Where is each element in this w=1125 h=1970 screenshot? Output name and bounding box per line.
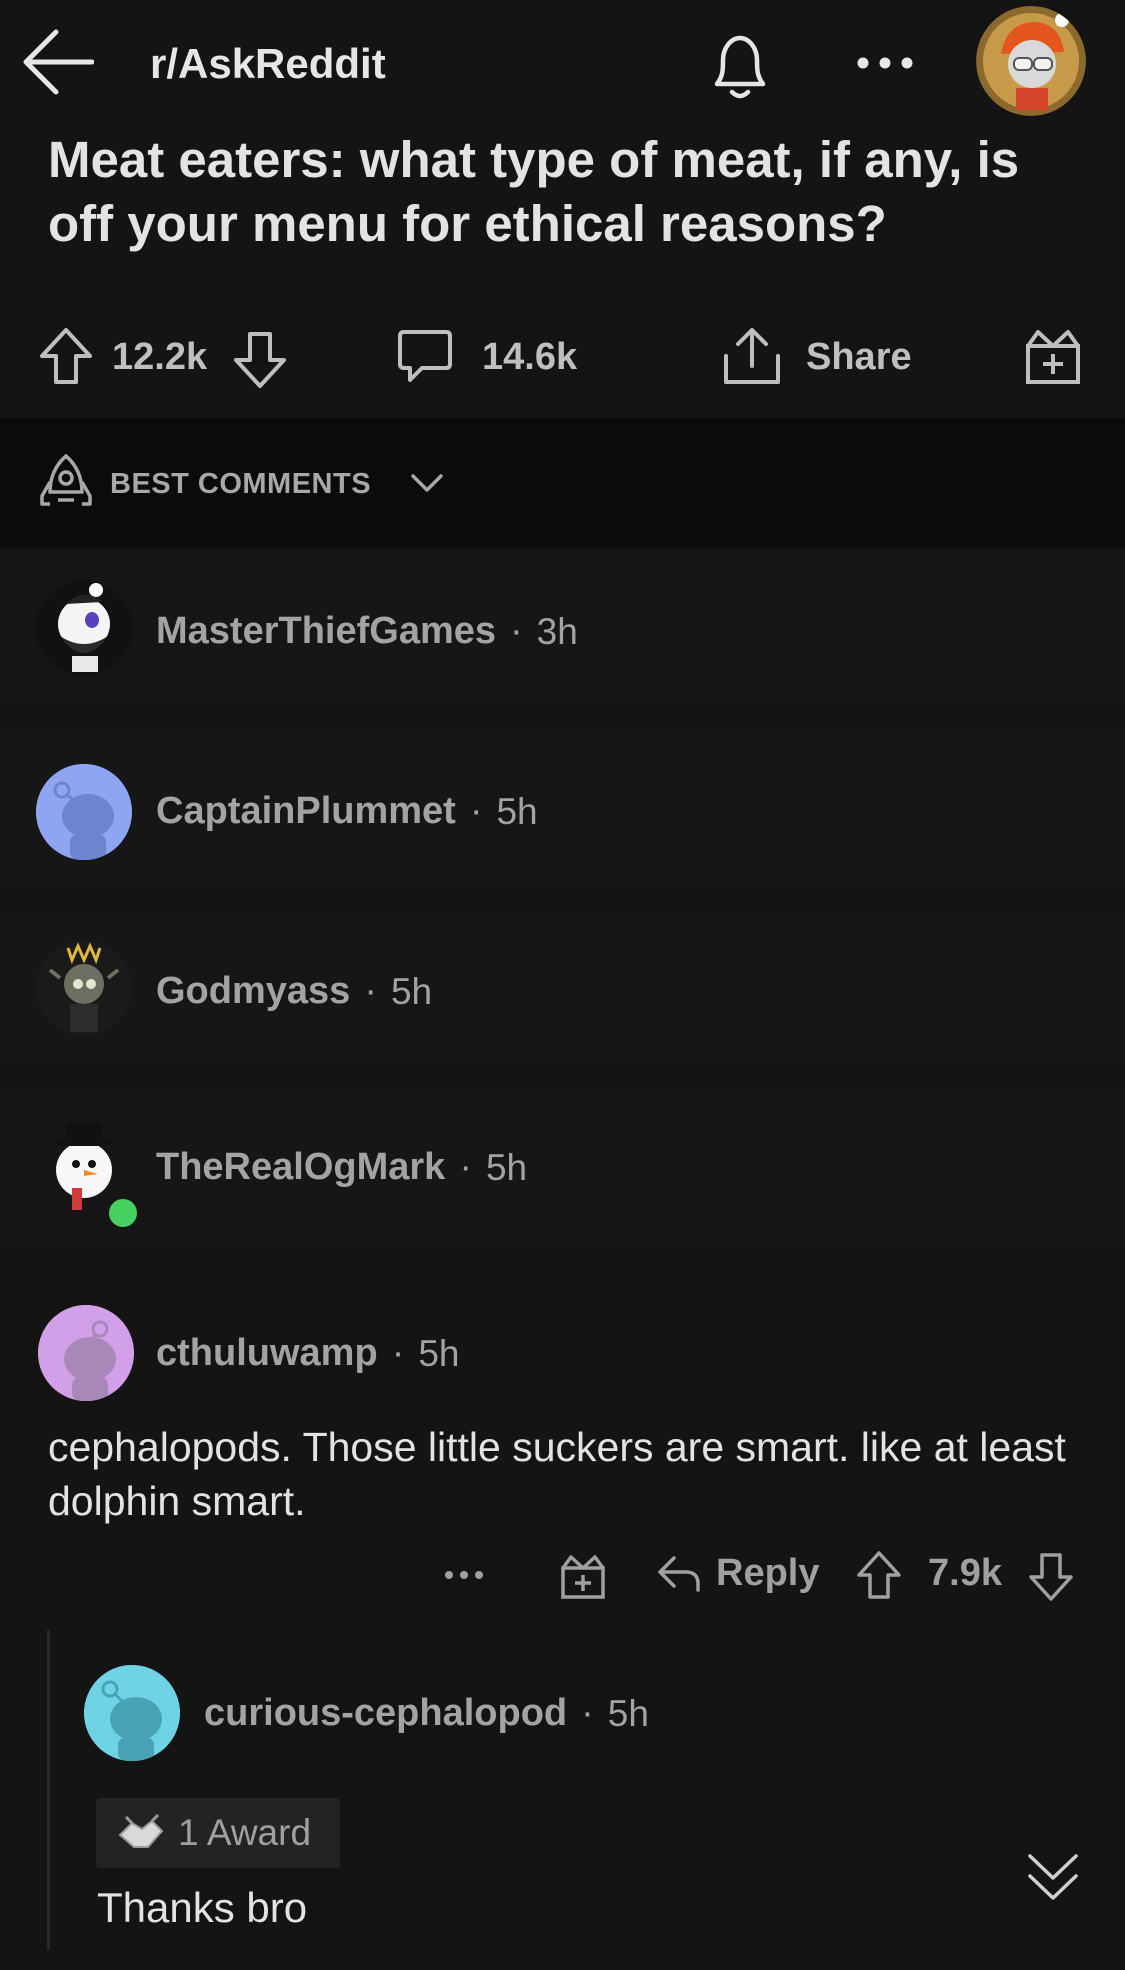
back-arrow-icon[interactable] bbox=[22, 28, 94, 96]
comment-username[interactable]: curious-cephalopod bbox=[204, 1692, 567, 1735]
reply-button[interactable]: Reply bbox=[716, 1552, 819, 1595]
thread-line[interactable] bbox=[47, 1630, 50, 1950]
post-title[interactable]: Meat eaters: what type of meat, if any, … bbox=[48, 128, 1078, 256]
handshake-award-icon bbox=[116, 1813, 166, 1853]
award-badge[interactable]: 1 Award bbox=[96, 1798, 340, 1868]
sort-bar[interactable]: BEST COMMENTS bbox=[0, 418, 1125, 548]
separator-dot: · bbox=[581, 1692, 594, 1734]
upvote-icon[interactable] bbox=[856, 1550, 902, 1600]
more-icon[interactable] bbox=[855, 56, 915, 70]
comment-username[interactable]: cthuluwamp bbox=[156, 1332, 378, 1375]
comment-time: 3h bbox=[536, 610, 578, 652]
gift-award-icon[interactable] bbox=[1024, 326, 1082, 386]
collapsed-comment[interactable]: MasterThiefGames · 3h bbox=[0, 550, 1125, 706]
comment-action-bar: Reply 7.9k bbox=[0, 1540, 1125, 1610]
avatar[interactable] bbox=[84, 1665, 180, 1761]
sort-label[interactable]: BEST COMMENTS bbox=[110, 468, 371, 501]
more-icon[interactable] bbox=[444, 1570, 484, 1580]
separator-dot: · bbox=[364, 970, 377, 1012]
separator-dot: · bbox=[391, 1332, 405, 1374]
upvote-count: 12.2k bbox=[112, 336, 208, 378]
bell-icon[interactable] bbox=[705, 30, 775, 104]
post-action-bar: 12.2k 14.6k Share bbox=[0, 300, 1125, 418]
comment-username[interactable]: TheRealOgMark bbox=[156, 1146, 445, 1189]
comment-username[interactable]: Godmyass bbox=[156, 970, 350, 1013]
top-bar: r/AskReddit bbox=[0, 0, 1125, 130]
award-label: 1 Award bbox=[178, 1812, 312, 1853]
avatar bbox=[36, 580, 132, 676]
reply-arrow-icon[interactable] bbox=[656, 1554, 702, 1594]
comment-username[interactable]: MasterThiefGames bbox=[156, 610, 496, 653]
chevron-down-icon[interactable] bbox=[410, 472, 444, 494]
separator-dot: · bbox=[510, 610, 523, 652]
separator-dot: · bbox=[469, 790, 483, 832]
comment-count: 14.6k bbox=[482, 336, 578, 378]
comment-username[interactable]: CaptainPlummet bbox=[156, 790, 456, 833]
upvote-icon[interactable] bbox=[38, 326, 94, 386]
comment-time: 5h bbox=[607, 1692, 649, 1734]
comment-body: cephalopods. Those little suckers are sm… bbox=[48, 1424, 1066, 1524]
collapsed-comment[interactable]: CaptainPlummet · 5h bbox=[0, 730, 1125, 886]
subreddit-name[interactable]: r/AskReddit bbox=[150, 40, 386, 88]
downvote-icon[interactable] bbox=[1028, 1552, 1074, 1602]
profile-avatar[interactable] bbox=[976, 6, 1086, 116]
separator-dot: · bbox=[459, 1146, 472, 1188]
avatar bbox=[36, 940, 132, 1036]
comment-time: 5h bbox=[390, 970, 433, 1012]
comment-time: 5h bbox=[485, 1146, 528, 1188]
share-icon[interactable] bbox=[722, 326, 782, 388]
downvote-icon[interactable] bbox=[232, 330, 288, 390]
online-status-dot bbox=[106, 1196, 140, 1230]
rocket-icon bbox=[38, 452, 94, 512]
comment-time: 5h bbox=[496, 790, 538, 832]
comment-icon[interactable] bbox=[396, 328, 454, 386]
avatar bbox=[36, 764, 132, 860]
share-button[interactable]: Share bbox=[806, 336, 912, 379]
comment-time: 5h bbox=[418, 1332, 460, 1374]
avatar[interactable] bbox=[38, 1305, 134, 1401]
collapsed-comment[interactable]: TheRealOgMark · 5h bbox=[0, 1090, 1125, 1246]
collapse-chevron-icon[interactable] bbox=[1026, 1850, 1080, 1904]
collapsed-comment[interactable]: Godmyass · 5h bbox=[0, 910, 1125, 1066]
reply-body: Thanks bro bbox=[97, 1884, 308, 1931]
vote-count: 7.9k bbox=[928, 1552, 1002, 1594]
gift-award-icon[interactable] bbox=[560, 1552, 606, 1600]
